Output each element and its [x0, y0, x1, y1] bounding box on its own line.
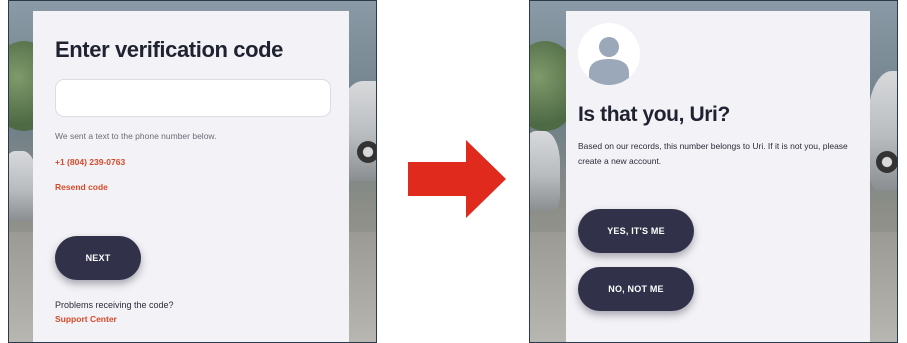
support-center-link[interactable]: Support Center — [55, 314, 327, 324]
verification-panel: Enter verification code We sent a text t… — [33, 11, 349, 342]
user-avatar-icon — [578, 23, 640, 85]
verification-code-input[interactable] — [55, 79, 331, 117]
right-arrow-icon — [408, 140, 506, 218]
background-car — [530, 131, 560, 211]
background-car — [868, 71, 897, 191]
page-title: Enter verification code — [55, 37, 283, 62]
confirmation-title: Is that you, Uri? — [578, 103, 730, 126]
no-not-me-button[interactable]: NO, NOT ME — [578, 266, 694, 311]
background-wheel — [876, 151, 897, 173]
identity-confirmation-screen: Is that you, Uri? Based on our records, … — [529, 0, 898, 343]
verification-screen: Enter verification code We sent a text t… — [8, 0, 377, 343]
background-wheel — [357, 141, 376, 163]
resend-code-link[interactable]: Resend code — [55, 182, 327, 192]
hint-text: We sent a text to the phone number below… — [55, 131, 217, 141]
problems-text: Problems receiving the code? — [55, 300, 174, 310]
phone-number: +1 (804) 239-0763 — [55, 157, 126, 167]
next-button[interactable]: NEXT — [55, 236, 141, 280]
confirmation-panel: Is that you, Uri? Based on our records, … — [566, 11, 870, 342]
yes-its-me-button[interactable]: YES, IT'S ME — [578, 208, 694, 253]
confirmation-body: Based on our records, this number belong… — [578, 141, 848, 166]
